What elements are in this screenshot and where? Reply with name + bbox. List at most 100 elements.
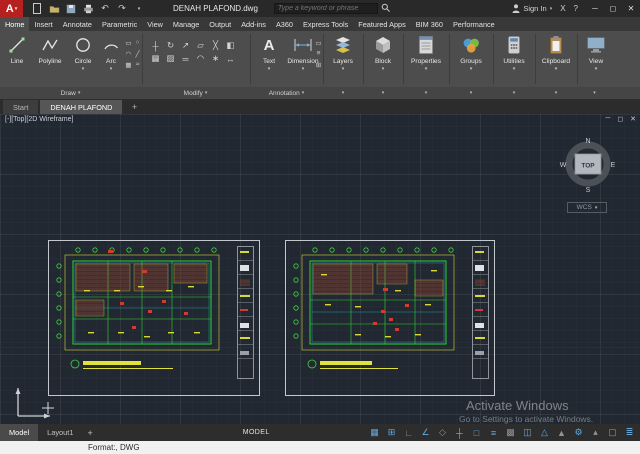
table-icon[interactable]: ≡ [314,48,323,59]
viewcube-west[interactable]: W [560,162,567,169]
ribbon-tab-manage[interactable]: Manage [168,17,204,31]
selection-cycling-toggle[interactable]: ◫ [521,427,534,438]
view-caret-icon[interactable]: ▾ [595,66,598,72]
dimension-flyout-caret-icon[interactable]: ▾ [302,66,305,72]
snap-toggle[interactable]: ⊞ [385,427,398,438]
layout-tab-layout1[interactable]: Layout1 [38,424,82,441]
annotation-panel-title[interactable]: Annotation▾ [250,87,323,99]
scale-icon[interactable]: ▱ [193,39,208,52]
block-button[interactable]: Block ▾ [366,33,400,86]
move-icon[interactable]: ┼ [148,39,163,52]
clipboard-panel-expander[interactable]: ▾ [535,87,577,99]
ribbon-tab-a360[interactable]: A360 [271,17,298,31]
clipboard-button[interactable]: Clipboard ▾ [538,33,574,86]
ribbon-tab-performance[interactable]: Performance [448,17,500,31]
save-icon[interactable] [65,3,77,15]
hatch-icon[interactable]: ▦ [124,59,133,70]
utilities-panel-expander[interactable]: ▾ [493,87,535,99]
ribbon-tab-home[interactable]: Home [0,17,29,31]
viewcube-north[interactable]: N [585,138,590,145]
groups-caret-icon[interactable]: ▾ [470,66,473,72]
block-caret-icon[interactable]: ▾ [382,66,385,72]
explode-icon[interactable]: ∗ [208,52,223,65]
customization-menu[interactable]: ≣ [623,427,636,438]
ribbon-tab-insert[interactable]: Insert [29,17,57,31]
text-button[interactable]: A Text ▾ [254,33,284,86]
line-button[interactable]: Line [3,33,31,86]
groups-button[interactable]: Groups ▾ [452,33,490,86]
wcs-selector[interactable]: WCS ▾ [567,202,607,213]
maximize-button[interactable]: ◻ [604,0,622,17]
properties-caret-icon[interactable]: ▾ [425,66,428,72]
block-panel-expander[interactable]: ▾ [363,87,403,99]
stretch-icon[interactable]: ↗ [178,39,193,52]
polar-tracking-toggle[interactable]: ∠ [419,427,432,438]
array-icon[interactable]: ▦ [148,52,163,65]
mirror-icon[interactable]: ◧ [223,39,238,52]
text-flyout-caret-icon[interactable]: ▾ [268,66,271,72]
layers-button[interactable]: Layers ▾ [326,33,360,86]
utilities-caret-icon[interactable]: ▾ [513,66,516,72]
doc-restore-button[interactable]: ◻ [617,115,623,123]
object-snap-toggle[interactable]: □ [470,428,483,438]
app-menu-button[interactable]: A ▾ [0,0,23,17]
layers-caret-icon[interactable]: ▾ [342,66,345,72]
view-button[interactable]: View ▾ [580,33,612,86]
plot-icon[interactable] [82,3,94,15]
arc-flyout-caret-icon[interactable]: ▾ [110,66,113,72]
lineweight-toggle[interactable]: ≡ [487,428,500,438]
circle-flyout-caret-icon[interactable]: ▾ [82,66,85,72]
rectangle-icon[interactable]: ▭ [124,37,133,48]
ortho-toggle[interactable]: ∟ [402,428,415,438]
ribbon-tab-bim360[interactable]: BIM 360 [411,17,448,31]
workspace-switcher[interactable]: ⚙ [572,427,585,438]
properties-panel-expander[interactable]: ▾ [403,87,449,99]
model-space-viewport[interactable]: [-][Top][2D Wireframe] ─ ◻ ✕ [0,114,640,424]
viewcube-east[interactable]: E [611,162,616,169]
help-icon[interactable]: ? [574,4,578,13]
properties-button[interactable]: Properties ▾ [406,33,446,86]
polyline-button[interactable]: Polyline [33,33,67,86]
new-layout-button[interactable]: + [87,428,92,438]
xline-icon[interactable]: ╱ [133,48,142,59]
utilities-button[interactable]: Utilities ▾ [496,33,532,86]
clipboard-caret-icon[interactable]: ▾ [555,66,558,72]
redo-icon[interactable]: ↷ [116,3,128,15]
leader-icon[interactable]: ▭ [314,37,323,48]
ribbon-tab-view[interactable]: View [142,17,168,31]
new-icon[interactable] [31,3,43,15]
annotation-monitor-toggle[interactable]: ▴ [589,427,602,438]
layout-tab-model[interactable]: Model [0,424,38,441]
doc-minimize-button[interactable]: ─ [605,115,610,123]
grid-toggle[interactable]: ▦ [368,427,381,438]
ribbon-tab-featured-apps[interactable]: Featured Apps [353,17,410,31]
multileader-icon[interactable]: ⊞ [314,59,323,70]
view-panel-expander[interactable]: ▾ [577,87,612,99]
close-button[interactable]: ✕ [622,0,640,17]
ribbon-tab-annotate[interactable]: Annotate [58,17,97,31]
viewport-controls-label[interactable]: [-][Top][2D Wireframe] [5,116,73,123]
model-space-indicator[interactable]: MODEL [243,429,270,436]
annotation-visibility-toggle[interactable]: △ [538,427,551,438]
open-icon[interactable] [48,3,60,15]
groups-panel-expander[interactable]: ▾ [449,87,493,99]
copy-icon[interactable]: ↔ [223,52,238,65]
exchange-apps-icon[interactable]: X [560,4,565,13]
circle-button[interactable]: Circle ▾ [69,33,97,86]
viewcube[interactable]: N W E S TOP [556,128,620,194]
object-snap-tracking-toggle[interactable]: ┼ [453,428,466,438]
drawing-viewport-right[interactable] [285,240,495,396]
search-icon[interactable] [381,0,391,18]
clean-screen-toggle[interactable]: ▢ [606,427,619,438]
rotate-icon[interactable]: ↻ [163,39,178,52]
ellipse-icon[interactable]: ○ [133,37,142,48]
qat-customize-caret-icon[interactable]: ▾ [133,3,145,15]
file-tab-denah-plafond[interactable]: DENAH PLAFOND [40,100,122,114]
new-drawing-tab-button[interactable]: + [128,101,140,113]
transparency-toggle[interactable]: ▩ [504,427,517,438]
ribbon-tab-express-tools[interactable]: Express Tools [298,17,353,31]
ribbon-tab-addins[interactable]: Add-ins [236,17,271,31]
ribbon-tab-parametric[interactable]: Parametric [97,17,142,31]
file-tab-start[interactable]: Start [3,100,38,114]
doc-close-button[interactable]: ✕ [630,115,636,123]
